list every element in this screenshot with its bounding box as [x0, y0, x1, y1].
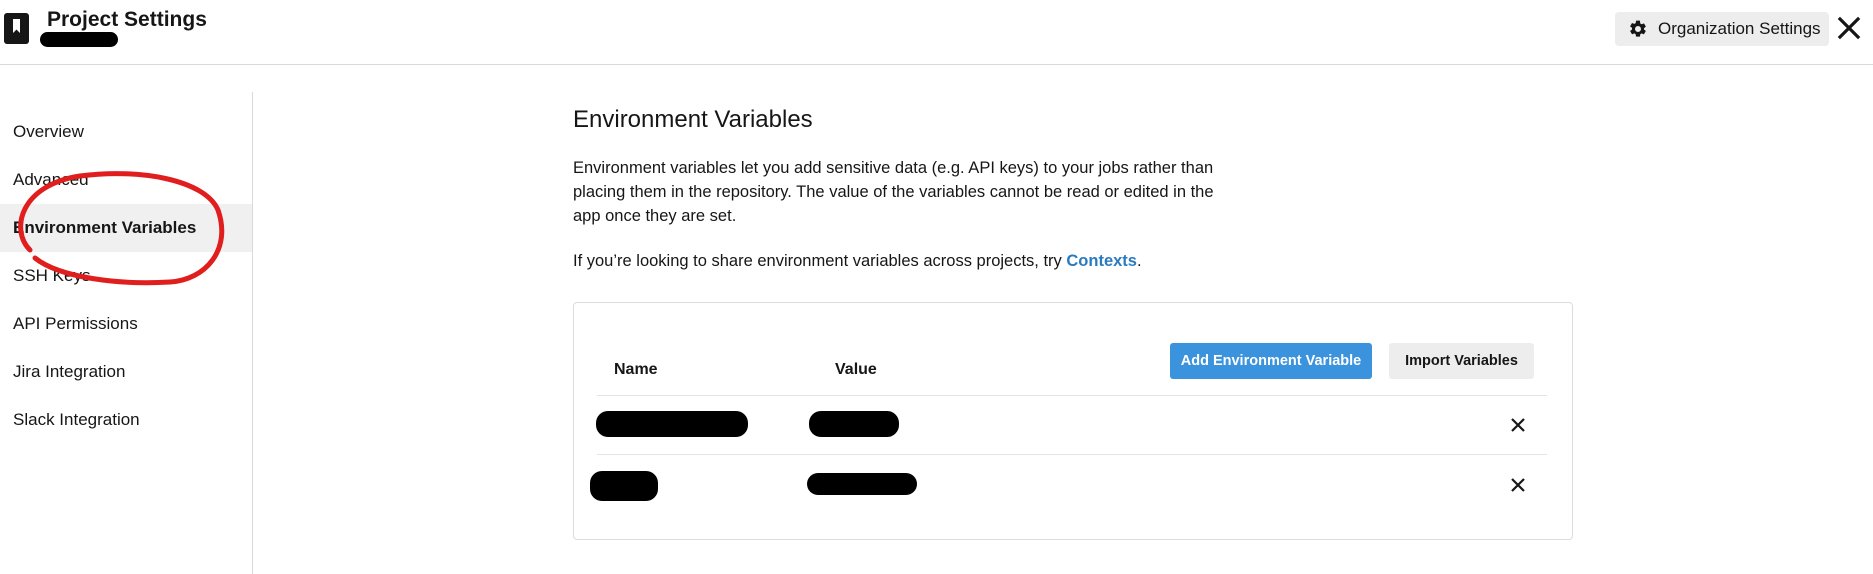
hint-suffix: .	[1136, 252, 1142, 270]
hint-text: If you’re looking to share environment v…	[573, 252, 1067, 270]
sidebar-item-overview[interactable]: Overview	[0, 108, 252, 156]
sidebar-item-label: Jira Integration	[13, 362, 126, 381]
column-header-name: Name	[614, 361, 658, 378]
contexts-link[interactable]: Contexts	[1066, 252, 1137, 270]
import-variables-button[interactable]: Import Variables	[1389, 343, 1534, 379]
redacted-name	[590, 471, 658, 501]
sidebar-item-environment-variables[interactable]: Environment Variables	[0, 204, 252, 252]
sidebar-item-advanced[interactable]: Advanced	[0, 156, 252, 204]
section-title: Environment Variables	[573, 106, 813, 133]
sidebar-item-label: Environment Variables	[13, 218, 197, 237]
close-icon[interactable]	[1834, 13, 1864, 43]
sidebar-item-label: Overview	[13, 122, 84, 141]
table-divider	[597, 395, 1547, 396]
sidebar-item-label: SSH Keys	[13, 266, 91, 285]
page-title: Project Settings	[47, 8, 207, 31]
sidebar-item-api-permissions[interactable]: API Permissions	[0, 300, 252, 348]
add-environment-variable-button[interactable]: Add Environment Variable	[1170, 343, 1372, 379]
bookmark-icon	[4, 13, 29, 44]
column-header-value: Value	[835, 361, 877, 378]
delete-x-icon[interactable]	[1508, 415, 1528, 435]
section-description: Environment variables let you add sensit…	[573, 159, 1214, 225]
organization-settings-button[interactable]: Organization Settings	[1615, 12, 1829, 46]
table-divider	[597, 454, 1547, 455]
delete-x-icon[interactable]	[1508, 475, 1528, 495]
sidebar-item-ssh-keys[interactable]: SSH Keys	[0, 252, 252, 300]
sidebar-item-label: Slack Integration	[13, 410, 140, 429]
organization-settings-label: Organization Settings	[1658, 19, 1821, 38]
redacted-name	[596, 411, 748, 437]
redacted-value	[807, 473, 917, 495]
environment-variables-card: Name Value Add Environment Variable Impo…	[573, 302, 1573, 540]
sidebar-item-slack-integration[interactable]: Slack Integration	[0, 396, 252, 444]
contexts-hint: If you’re looking to share environment v…	[573, 252, 1142, 271]
sidebar-item-jira-integration[interactable]: Jira Integration	[0, 348, 252, 396]
redacted-project-name	[40, 32, 118, 47]
settings-sidebar: Overview Advanced Environment Variables …	[0, 92, 253, 574]
redacted-value	[809, 411, 899, 437]
sidebar-item-label: API Permissions	[13, 314, 138, 333]
page-header: Project Settings Organization Settings	[0, 0, 1873, 65]
sidebar-item-label: Advanced	[13, 170, 89, 189]
gear-icon	[1630, 20, 1646, 37]
